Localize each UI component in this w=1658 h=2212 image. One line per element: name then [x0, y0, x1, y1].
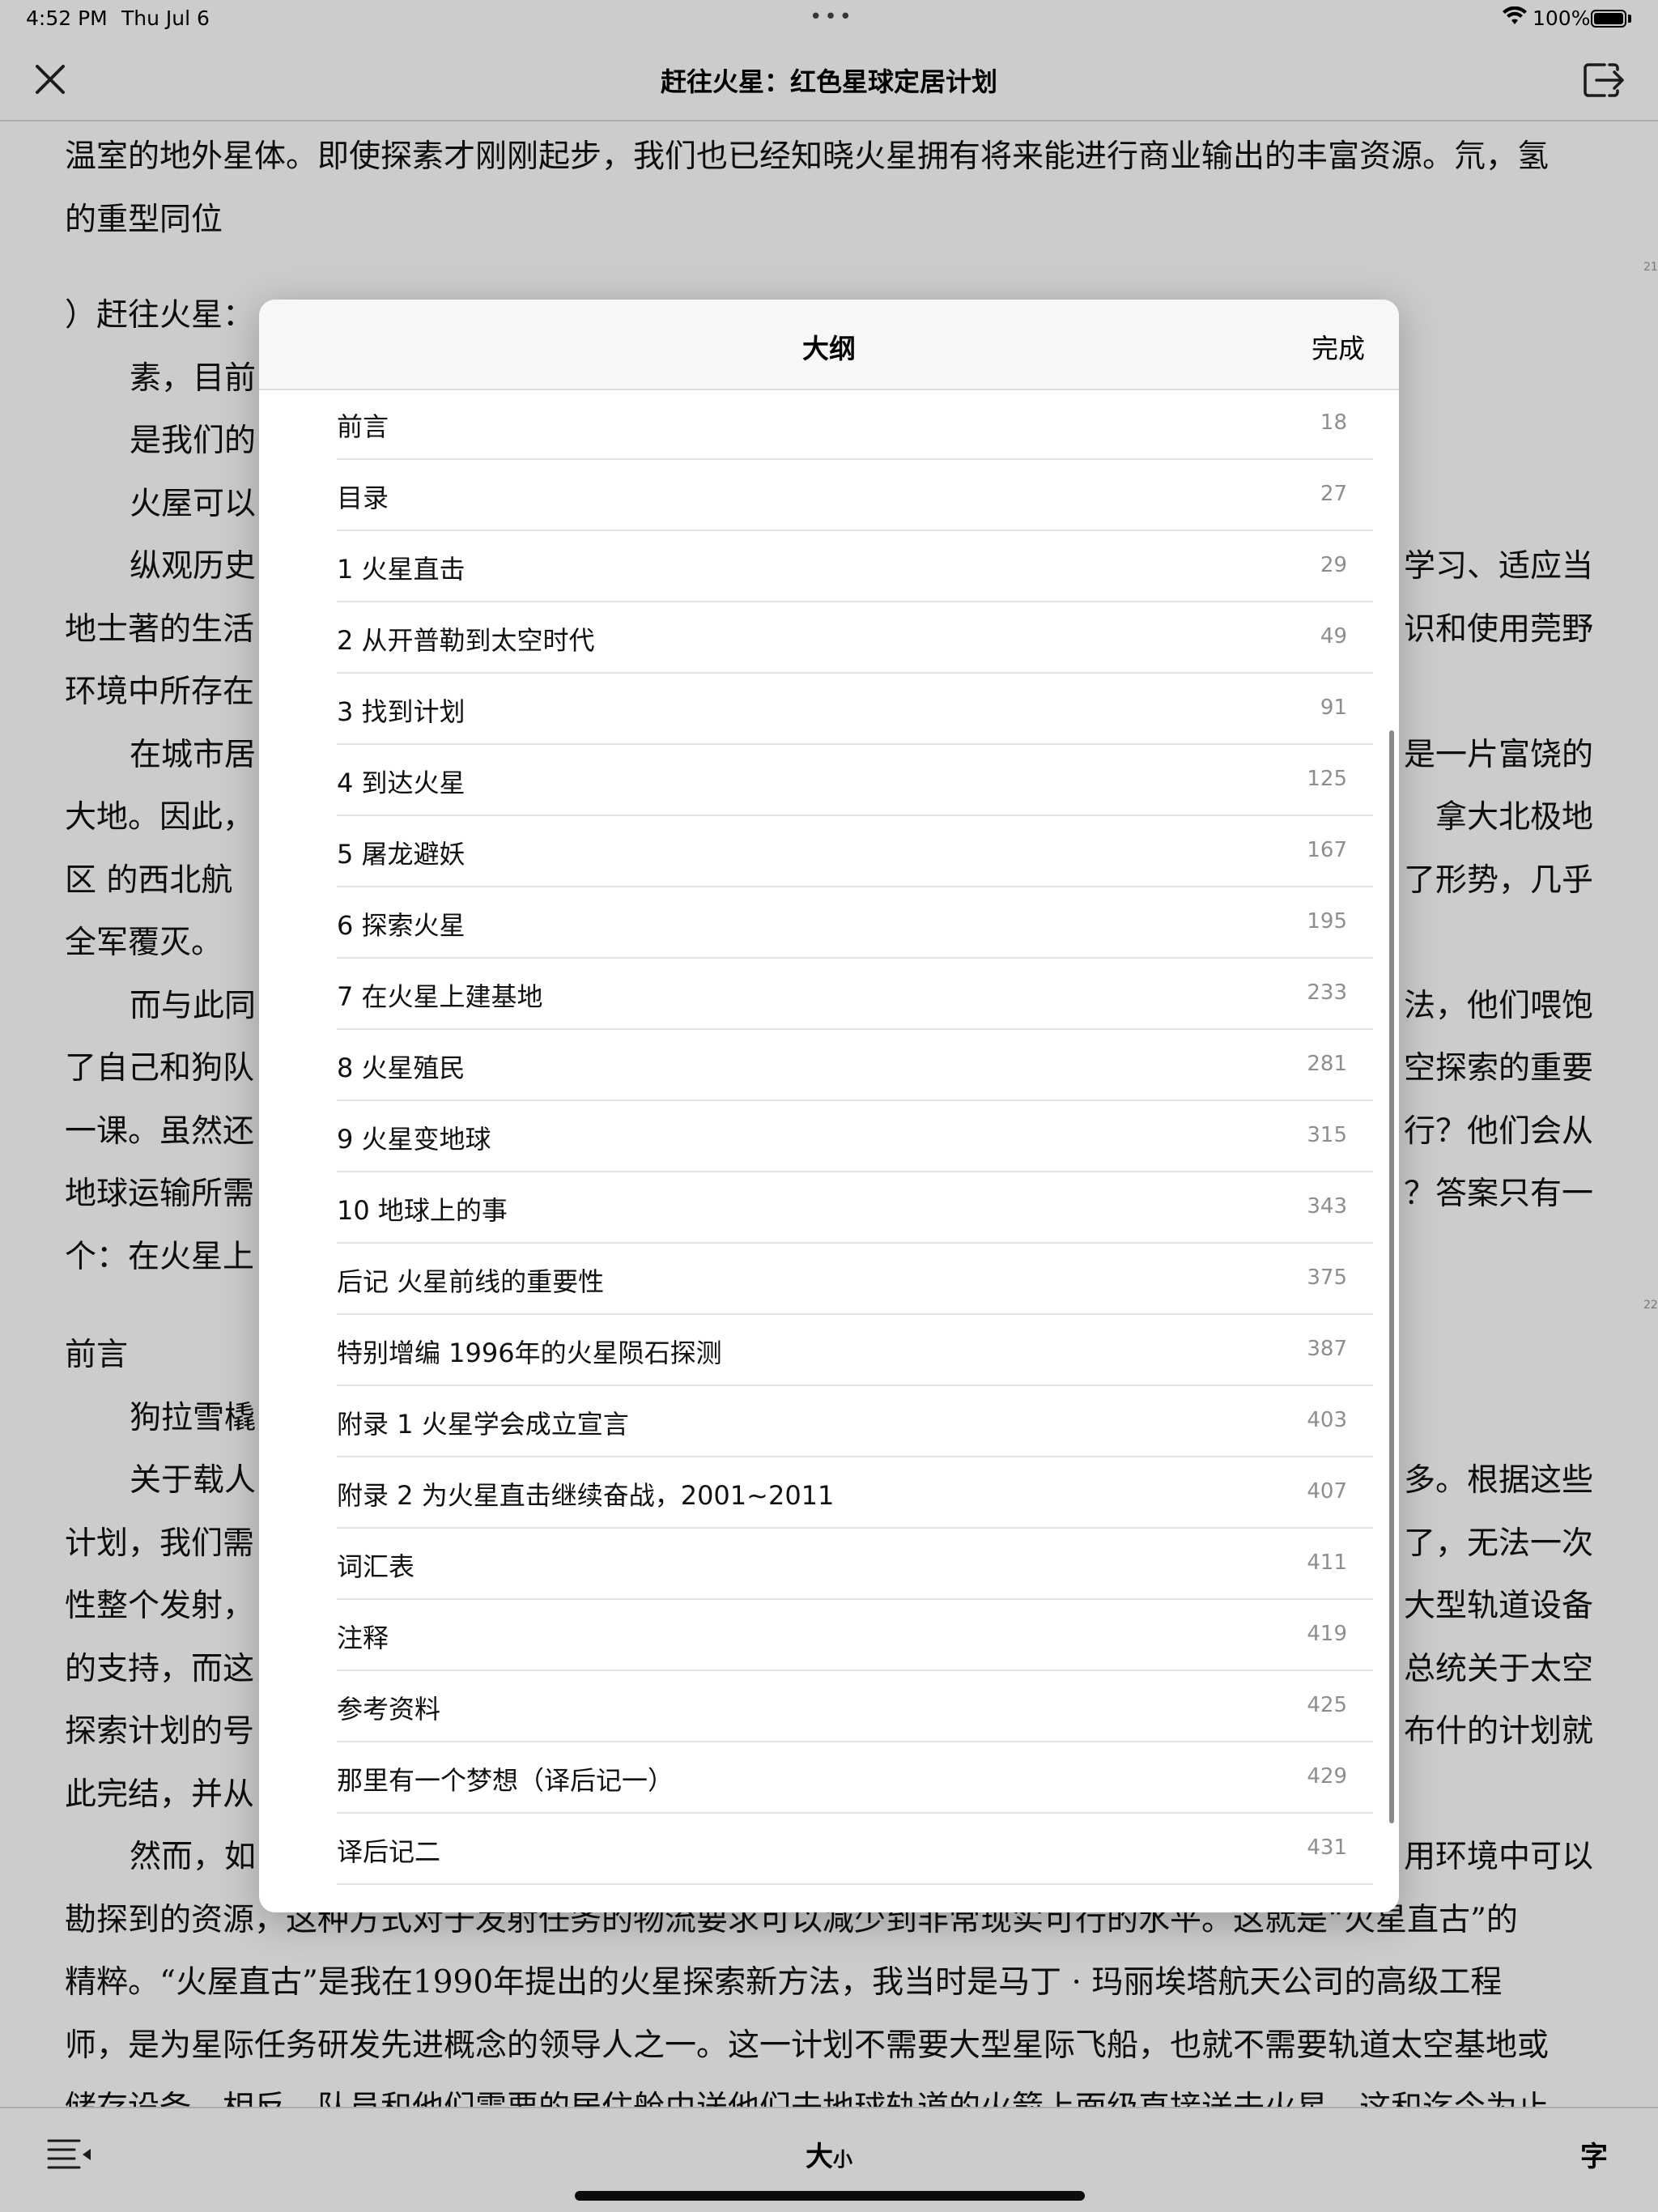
outline-title: 大纲 — [802, 333, 856, 364]
outline-item-page: 167 — [1307, 838, 1347, 862]
done-button[interactable]: 完成 — [1312, 327, 1365, 366]
outline-item-page: 343 — [1307, 1194, 1347, 1219]
outline-item-label: 特别增编 1996年的火星陨石探测 — [337, 1338, 722, 1368]
outline-item[interactable]: 前言 18 — [337, 389, 1373, 460]
outline-item-label: 2 从开普勒到太空时代 — [337, 625, 595, 656]
outline-item-page: 403 — [1307, 1408, 1347, 1432]
outline-item-page: 91 — [1320, 696, 1347, 720]
outline-item-page: 49 — [1320, 624, 1347, 649]
outline-item-page: 431 — [1307, 1836, 1347, 1860]
outline-item[interactable]: 参考资料 425 — [337, 1671, 1373, 1742]
outline-item-label: 6 探索火星 — [337, 910, 466, 941]
outline-item-label: 附录 1 火星学会成立宣言 — [337, 1409, 629, 1440]
outline-item-page: 419 — [1307, 1622, 1347, 1646]
reader-page: 4:52 PM Thu Jul 6 ••• 100% 赶往火星：红色星球定居计划… — [0, 0, 1658, 2212]
outline-item-page: 18 — [1320, 410, 1347, 435]
outline-item[interactable]: 注释 419 — [337, 1600, 1373, 1671]
outline-item-label: 注释 — [337, 1623, 389, 1653]
outline-item-label: 词汇表 — [337, 1551, 415, 1582]
outline-item[interactable]: 2 从开普勒到太空时代 49 — [337, 602, 1373, 674]
outline-item-label: 5 屠龙避妖 — [337, 839, 466, 870]
outline-item-label: 8 火星殖民 — [337, 1053, 466, 1083]
outline-item[interactable]: 译后记二 431 — [337, 1814, 1373, 1885]
outline-item[interactable]: 特别增编 1996年的火星陨石探测 387 — [337, 1315, 1373, 1386]
outline-item-page: 195 — [1307, 909, 1347, 934]
outline-item[interactable]: 附录 2 为火星直击继续奋战，2001~2011 407 — [337, 1457, 1373, 1529]
outline-item-label: 那里有一个梦想（译后记一） — [337, 1765, 674, 1796]
outline-item[interactable]: 4 到达火星 125 — [337, 745, 1373, 816]
outline-item-page: 233 — [1307, 981, 1347, 1005]
outline-item-label: 1 火星直击 — [337, 554, 466, 585]
outline-item[interactable]: 6 探索火星 195 — [337, 887, 1373, 959]
outline-item[interactable]: 8 火星殖民 281 — [337, 1030, 1373, 1101]
outline-item[interactable]: 附录 1 火星学会成立宣言 403 — [337, 1386, 1373, 1457]
outline-item-label: 10 地球上的事 — [337, 1195, 508, 1226]
outline-item[interactable]: 10 地球上的事 343 — [337, 1172, 1373, 1244]
outline-item-page: 387 — [1307, 1337, 1347, 1361]
outline-sheet: 大纲 完成 前言 18 目录 27 1 火星直击 29 2 从开普勒到太空时代 49 3 找到计… — [259, 300, 1399, 1912]
outline-item-page: 281 — [1307, 1052, 1347, 1076]
outline-item[interactable]: 那里有一个梦想（译后记一） 429 — [337, 1742, 1373, 1814]
outline-header: 大纲 完成 — [259, 300, 1399, 390]
outline-item[interactable]: 7 在火星上建基地 233 — [337, 959, 1373, 1030]
outline-item-label: 9 火星变地球 — [337, 1124, 491, 1155]
outline-item-page: 411 — [1307, 1551, 1347, 1575]
outline-item-page: 429 — [1307, 1764, 1347, 1789]
outline-item-page: 375 — [1307, 1266, 1347, 1290]
outline-item-page: 29 — [1320, 553, 1347, 577]
outline-item-page: 425 — [1307, 1693, 1347, 1717]
outline-item-page: 125 — [1307, 767, 1347, 791]
outline-item[interactable]: 后记 火星前线的重要性 375 — [337, 1244, 1373, 1315]
outline-item-page: 315 — [1307, 1123, 1347, 1147]
outline-item[interactable]: 1 火星直击 29 — [337, 531, 1373, 602]
outline-item[interactable]: 3 找到计划 91 — [337, 674, 1373, 745]
outline-item-page: 407 — [1307, 1479, 1347, 1504]
outline-item-label: 目录 — [337, 483, 389, 513]
outline-item[interactable]: 词汇表 411 — [337, 1529, 1373, 1600]
outline-item-label: 4 到达火星 — [337, 768, 466, 798]
outline-item-page: 27 — [1320, 482, 1347, 506]
scrollbar[interactable] — [1389, 730, 1394, 1823]
outline-item-label: 译后记二 — [337, 1836, 441, 1867]
outline-item[interactable]: 5 屠龙避妖 167 — [337, 816, 1373, 887]
outline-item-label: 附录 2 为火星直击继续奋战，2001~2011 — [337, 1480, 835, 1511]
outline-item[interactable]: 9 火星变地球 315 — [337, 1101, 1373, 1172]
outline-item-label: 前言 — [337, 411, 389, 442]
outline-item-label: 3 找到计划 — [337, 696, 466, 727]
outline-item[interactable]: 目录 27 — [337, 460, 1373, 531]
outline-list[interactable]: 前言 18 目录 27 1 火星直击 29 2 从开普勒到太空时代 49 3 找到计划 91 4 到… — [259, 390, 1399, 1912]
outline-item-label: 后记 火星前线的重要性 — [337, 1266, 605, 1297]
outline-item-label: 7 在火星上建基地 — [337, 981, 543, 1012]
outline-item-label: 参考资料 — [337, 1694, 441, 1725]
